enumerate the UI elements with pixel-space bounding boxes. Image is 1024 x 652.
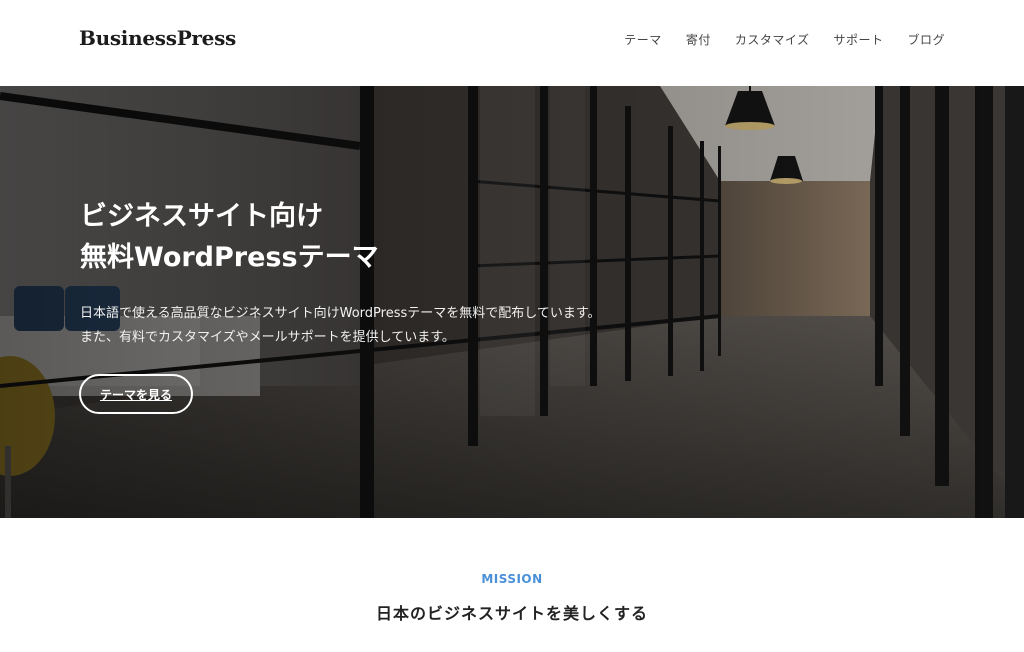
nav-item-donate[interactable]: 寄付 <box>686 31 711 48</box>
hero-description: 日本語で使える高品質なビジネスサイト向けWordPressテーマを無料で配布して… <box>80 302 601 350</box>
nav-item-support[interactable]: サポート <box>833 31 883 48</box>
hero-title: ビジネスサイト向け 無料WordPressテーマ <box>80 196 379 278</box>
hero-section: ビジネスサイト向け 無料WordPressテーマ 日本語で使える高品質なビジネス… <box>0 86 1024 518</box>
hero-description-line1: 日本語で使える高品質なビジネスサイト向けWordPressテーマを無料で配布して… <box>80 306 601 321</box>
nav-item-theme[interactable]: テーマ <box>624 31 662 48</box>
main-nav: テーマ 寄付 カスタマイズ サポート ブログ <box>600 31 945 48</box>
mission-title: 日本のビジネスサイトを美しくする <box>375 604 648 623</box>
nav-item-blog[interactable]: ブログ <box>907 31 945 48</box>
view-theme-button[interactable]: テーマを見る <box>79 374 193 414</box>
hero-description-line2: また、有料でカスタマイズやメールサポートを提供しています。 <box>80 330 455 345</box>
nav-item-customize[interactable]: カスタマイズ <box>735 31 810 48</box>
hero-title-line2: 無料WordPressテーマ <box>80 242 379 273</box>
site-logo[interactable]: BusinessPress <box>79 26 236 50</box>
hero-title-line1: ビジネスサイト向け <box>80 201 323 232</box>
mission-label: MISSION <box>481 572 543 586</box>
site-header: BusinessPress テーマ 寄付 カスタマイズ サポート ブログ <box>0 0 1024 86</box>
